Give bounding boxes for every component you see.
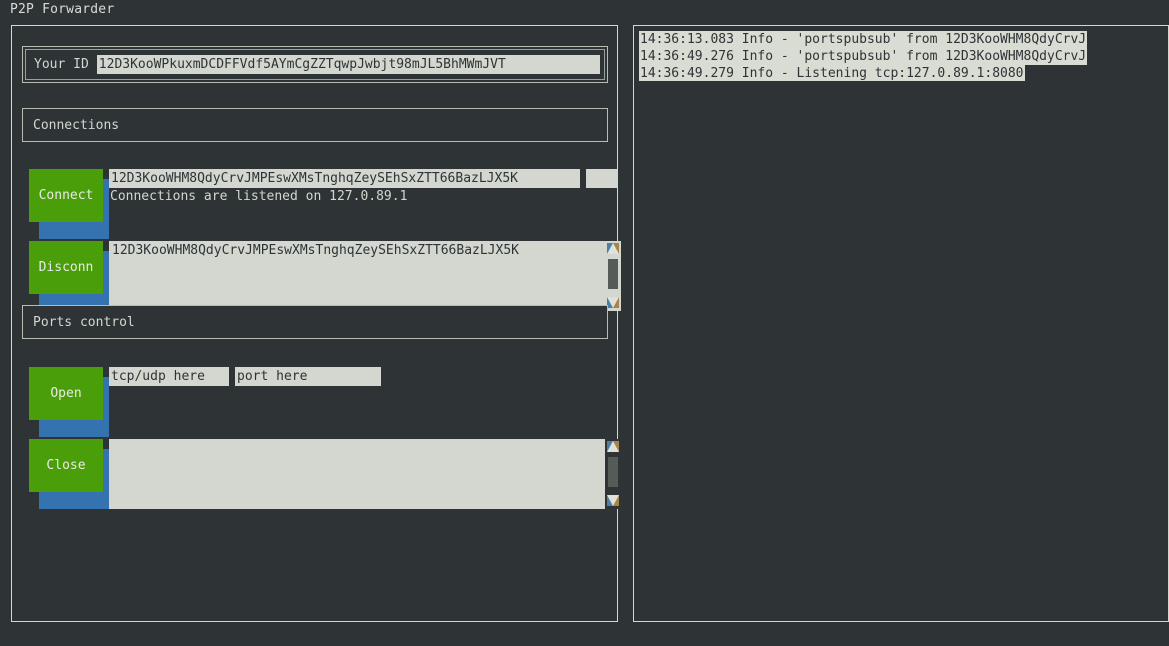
ports-group-frame: Ports control	[22, 305, 608, 339]
disconnect-button-wrap: Disconn	[29, 241, 109, 311]
close-port-button[interactable]: Close	[29, 439, 103, 492]
connections-group-label: Connections	[33, 117, 120, 133]
log-line: 14:36:13.083 Info - 'portspubsub' from 1…	[639, 31, 1163, 48]
peer-id-extra-input[interactable]	[586, 169, 618, 188]
scroll-down-arrow-icon[interactable]	[606, 494, 620, 508]
your-id-frame: Your ID	[22, 46, 608, 83]
connections-group-frame: Connections	[22, 108, 608, 142]
scroll-down-arrow-icon[interactable]	[606, 296, 620, 310]
connections-status-text: Connections are listened on 127.0.89.1	[110, 189, 408, 204]
ports-group-label: Ports control	[33, 314, 135, 330]
scroll-thumb[interactable]	[608, 259, 618, 289]
log-line-text: 14:36:49.276 Info - 'portspubsub' from 1…	[639, 48, 1088, 65]
your-id-input[interactable]	[96, 55, 600, 74]
connections-list[interactable]: 12D3KooWHM8QdyCrvJMPEswXMsTnghqZeySEhSxZ…	[109, 241, 605, 311]
open-port-button[interactable]: Open	[29, 367, 103, 420]
connect-button-wrap: Connect	[29, 169, 109, 239]
connect-button[interactable]: Connect	[29, 169, 103, 222]
open-button-wrap: Open	[29, 367, 109, 437]
log-line-text: 14:36:49.279 Info - Listening tcp:127.0.…	[639, 65, 1025, 81]
log-line: 14:36:49.276 Info - 'portspubsub' from 1…	[639, 48, 1163, 65]
log-output[interactable]: 14:36:13.083 Info - 'portspubsub' from 1…	[639, 31, 1163, 81]
port-input[interactable]	[235, 367, 381, 386]
protocol-input[interactable]	[109, 367, 229, 386]
scroll-thumb[interactable]	[608, 457, 618, 487]
window-title: P2P Forwarder	[10, 2, 115, 17]
disconnect-button[interactable]: Disconn	[29, 241, 103, 294]
left-control-panel: Your ID Connections Connect Connections …	[11, 25, 621, 622]
close-button-wrap: Close	[29, 439, 109, 509]
peer-id-input[interactable]	[109, 169, 580, 188]
your-id-inner-frame: Your ID	[25, 49, 605, 80]
ports-list[interactable]	[109, 439, 605, 509]
ports-list-scrollbar[interactable]	[605, 439, 621, 509]
list-item[interactable]: 12D3KooWHM8QdyCrvJMPEswXMsTnghqZeySEhSxZ…	[109, 241, 605, 259]
connections-list-scrollbar[interactable]	[605, 241, 621, 311]
scroll-up-arrow-icon[interactable]	[606, 440, 620, 454]
scroll-up-arrow-icon[interactable]	[606, 242, 620, 256]
log-line-text: 14:36:13.083 Info - 'portspubsub' from 1…	[639, 31, 1088, 48]
your-id-label: Your ID	[34, 57, 89, 72]
log-line: 14:36:49.279 Info - Listening tcp:127.0.…	[639, 65, 1163, 81]
log-panel: 14:36:13.083 Info - 'portspubsub' from 1…	[633, 25, 1169, 622]
